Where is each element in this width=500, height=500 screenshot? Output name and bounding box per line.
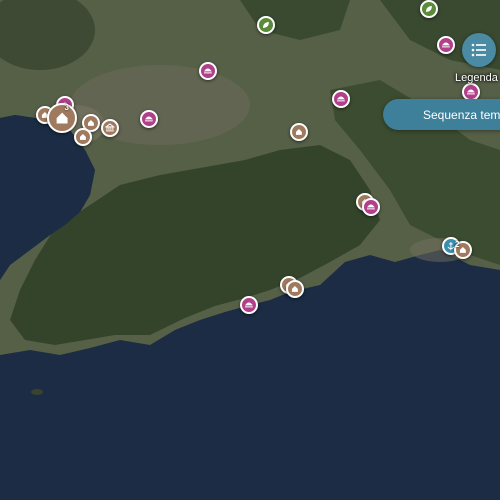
nature-marker[interactable] [420,0,438,18]
house-icon [88,120,94,126]
beach-icon [442,42,450,48]
beach-marker[interactable] [362,198,380,216]
beach-icon [367,204,375,210]
beach-marker[interactable] [240,296,258,314]
beach-icon [145,116,153,122]
archaeology-marker[interactable] [74,128,92,146]
cluster-count: 2 [455,240,460,249]
beach-icon [337,96,345,102]
list-icon [471,43,486,57]
sequence-button[interactable]: Sequenza temporale [383,99,500,130]
house-icon [292,286,298,292]
house-icon [80,134,86,140]
beach-marker[interactable] [140,110,158,128]
beach-marker[interactable] [199,62,217,80]
cluster-count: 3 [64,103,69,112]
leaf-icon [263,22,269,28]
beach-marker[interactable] [332,90,350,108]
leaf-icon [426,6,432,12]
satellite-terrain [0,0,500,500]
map-view[interactable]: 3 2 Legenda Sequenza temporale [0,0,500,500]
beach-icon [204,68,212,74]
house-icon [460,247,466,253]
house-icon [296,129,302,135]
beach-marker[interactable] [437,36,455,54]
beach-icon [245,302,253,308]
archaeology-marker[interactable] [286,280,304,298]
legend-label: Legenda [455,72,498,84]
beach-icon [467,89,475,95]
beach-marker[interactable] [257,16,275,34]
salerno-cluster-marker[interactable]: 2 [454,240,472,259]
museum-icon [105,123,115,132]
napoli-cluster-marker[interactable]: 3 [47,103,77,133]
archaeology-marker[interactable] [290,123,308,141]
legend-button[interactable] [462,33,496,67]
museum-marker[interactable] [101,119,119,137]
